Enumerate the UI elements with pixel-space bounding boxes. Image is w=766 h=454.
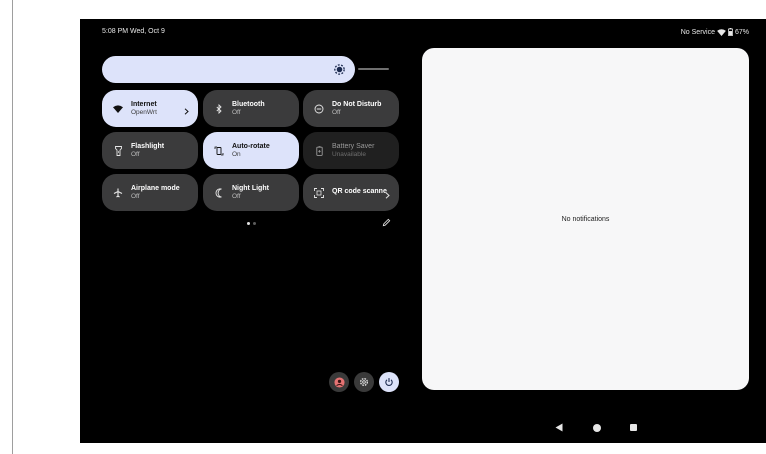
window-edge-divider: [12, 0, 13, 454]
wifi-status-icon: [717, 28, 726, 36]
chevron-right-icon: [385, 186, 390, 204]
tile-qr-code-scanne[interactable]: QR code scanne: [303, 174, 399, 211]
tile-label: Auto-rotate: [232, 142, 270, 150]
tile-night-light[interactable]: Night Light Off: [203, 174, 299, 211]
brightness-slider[interactable]: [102, 56, 355, 83]
edit-icon[interactable]: [382, 218, 391, 227]
navigation-bar: [555, 421, 640, 435]
tile-airplane-mode[interactable]: Airplane mode Off: [102, 174, 198, 211]
battery-percent: 67%: [734, 28, 749, 36]
quick-settings-screen: 5:08 PM Wed, Oct 9 No Service 67% Intern…: [80, 19, 766, 443]
tile-state: OpenWrt: [131, 108, 157, 116]
chevron-right-icon: [184, 102, 189, 120]
flashlight-icon: [107, 145, 129, 156]
page-indicator: [247, 222, 256, 225]
recents-button[interactable]: [630, 424, 637, 431]
back-icon[interactable]: [555, 423, 563, 432]
status-time-date: 5:08 PM Wed, Oct 9: [102, 28, 165, 35]
page-dot-1[interactable]: [247, 222, 250, 225]
settings-icon: [360, 378, 368, 386]
tile-state: Off: [232, 192, 241, 200]
tile-label: Battery Saver: [332, 142, 375, 150]
settings-button[interactable]: [354, 372, 374, 392]
tile-state: Off: [131, 192, 140, 200]
tile-state: Unavailable: [332, 150, 366, 158]
brightness-icon: [334, 64, 345, 75]
qr-code-icon: [308, 187, 330, 198]
tile-state: On: [232, 150, 241, 158]
night-light-icon: [208, 187, 230, 198]
tile-label: Airplane mode: [131, 184, 180, 192]
home-button[interactable]: [593, 424, 601, 432]
tile-label: Night Light: [232, 184, 269, 192]
tile-label: Do Not Disturb: [332, 100, 382, 108]
battery-icon: [728, 28, 733, 36]
tile-bluetooth[interactable]: Bluetooth Off: [203, 90, 299, 127]
auto-rotate-icon: [208, 146, 230, 156]
user-icon: [333, 376, 345, 388]
tile-internet[interactable]: Internet OpenWrt: [102, 90, 198, 127]
tile-state: Off: [332, 108, 341, 116]
airplane-icon: [107, 188, 129, 198]
tile-state: Off: [232, 108, 241, 116]
tile-label: Flashlight: [131, 142, 165, 150]
power-icon: [385, 378, 393, 386]
tile-do-not-disturb[interactable]: Do Not Disturb Off: [303, 90, 399, 127]
tile-label: Internet: [131, 100, 157, 108]
do-not-disturb-icon: [308, 104, 330, 114]
status-icons: No Service 67%: [681, 28, 749, 36]
power-button[interactable]: [379, 372, 399, 392]
battery-saver-icon: [308, 145, 330, 156]
page-dot-2[interactable]: [253, 222, 256, 225]
user-button[interactable]: [329, 372, 349, 392]
network-status: No Service: [680, 28, 715, 36]
tile-label: QR code scanne: [332, 188, 387, 196]
tile-battery-saver[interactable]: Battery Saver Unavailable: [303, 132, 399, 169]
brightness-track[interactable]: [358, 68, 389, 70]
notification-panel: No notifications: [422, 48, 749, 390]
tile-flashlight[interactable]: Flashlight Off: [102, 132, 198, 169]
wifi-icon: [107, 104, 129, 113]
bluetooth-icon: [208, 103, 230, 114]
tile-label: Bluetooth: [232, 100, 265, 108]
tile-auto-rotate[interactable]: Auto-rotate On: [203, 132, 299, 169]
tile-state: Off: [131, 150, 140, 158]
no-notifications-text: No notifications: [561, 215, 610, 223]
